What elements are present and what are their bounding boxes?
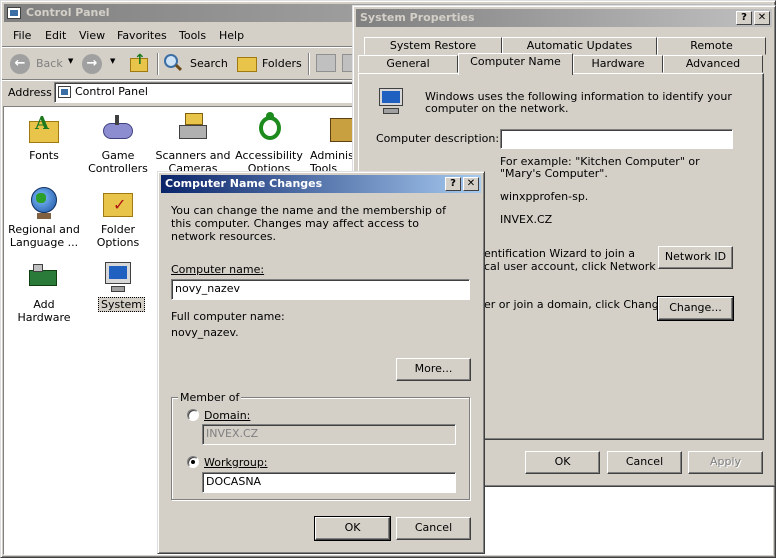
control-panel-address-icon xyxy=(58,86,71,98)
folders-button[interactable]: Folders xyxy=(235,52,302,76)
fonts-folder-icon[interactable]: A xyxy=(27,113,61,147)
more-button[interactable]: More... xyxy=(396,358,471,381)
menu-edit[interactable]: Edit xyxy=(45,29,66,42)
icon-label-fonts[interactable]: Fonts xyxy=(6,149,82,162)
tab-hardware[interactable]: Hardware xyxy=(573,55,663,73)
control-panel-title: Control Panel xyxy=(26,6,110,19)
scanner-camera-icon[interactable] xyxy=(177,111,211,145)
forward-button[interactable]: → ▼ xyxy=(82,52,122,76)
computer-network-icon xyxy=(375,88,407,118)
search-icon-handle xyxy=(174,63,183,72)
menu-view[interactable]: View xyxy=(79,29,105,42)
icon-label-game-controllers[interactable]: Game Controllers xyxy=(80,149,156,175)
domain-label: Domain: xyxy=(204,409,251,422)
folders-icon xyxy=(237,57,257,72)
game-controller-icon[interactable] xyxy=(101,113,135,147)
address-label: Address xyxy=(8,86,52,99)
menu-favorites[interactable]: Favorites xyxy=(117,29,167,42)
sp-intro-text: Windows uses the following information t… xyxy=(425,90,732,115)
nc-help-button[interactable]: ? xyxy=(445,177,461,191)
system-properties-titlebar[interactable]: System Properties ? ✕ xyxy=(356,9,772,27)
tab-advanced[interactable]: Advanced xyxy=(663,55,763,73)
search-button[interactable]: Search xyxy=(162,52,228,76)
nc-ok-button[interactable]: OK xyxy=(314,516,391,541)
menu-tools[interactable]: Tools xyxy=(179,29,206,42)
domain-field[interactable]: INVEX.CZ xyxy=(202,424,456,445)
computer-name-value: novy_nazev xyxy=(175,282,240,295)
workgroup-value: DOCASNA xyxy=(206,475,262,488)
computer-description-label: Computer description: xyxy=(376,132,500,145)
icon-label-system[interactable]: System xyxy=(98,297,146,312)
tab-remote[interactable]: Remote xyxy=(657,37,766,55)
forward-dropdown-icon[interactable]: ▼ xyxy=(110,57,115,65)
up-folder-button[interactable]: ↑ xyxy=(128,52,152,76)
domain-value: INVEX.CZ xyxy=(206,427,259,440)
workgroup-field[interactable]: DOCASNA xyxy=(202,472,456,493)
address-field[interactable]: Control Panel xyxy=(54,82,354,103)
change-text: er or join a domain, click Change. xyxy=(484,298,669,311)
move-to-icon[interactable] xyxy=(316,54,336,72)
address-value: Control Panel xyxy=(75,85,148,98)
help-button[interactable]: ? xyxy=(736,11,752,25)
domain-radio[interactable] xyxy=(187,409,199,421)
computer-name-field[interactable]: novy_nazev xyxy=(171,279,470,300)
full-name-value: novy_nazev. xyxy=(171,326,239,339)
toolbar-separator-2 xyxy=(308,53,310,75)
back-dropdown-icon[interactable]: ▼ xyxy=(68,57,73,65)
icon-label-folder-options[interactable]: Folder Options xyxy=(80,223,156,249)
system-icon[interactable] xyxy=(101,262,135,296)
full-name-label: Full computer name: xyxy=(171,310,285,323)
toolbar-separator xyxy=(157,53,159,75)
back-arrow-icon: ← xyxy=(10,54,30,74)
sp-apply-button[interactable]: Apply xyxy=(688,451,763,474)
search-label: Search xyxy=(190,57,228,70)
workgroup-radio[interactable] xyxy=(187,456,199,468)
close-button[interactable]: ✕ xyxy=(754,11,770,25)
menu-help[interactable]: Help xyxy=(219,29,244,42)
forward-arrow-icon: → xyxy=(82,54,102,74)
icon-label-add-hardware[interactable]: Add Hardware xyxy=(6,298,82,324)
back-button[interactable]: ← Back ▼ xyxy=(8,52,78,76)
member-of-label: Member of xyxy=(178,391,242,404)
network-id-text-line2: cal user account, click Network xyxy=(484,260,656,273)
sp-ok-button[interactable]: OK xyxy=(525,451,600,474)
sp-cancel-button[interactable]: Cancel xyxy=(607,451,682,474)
name-changes-titlebar[interactable]: Computer Name Changes ? ✕ xyxy=(161,175,481,193)
name-changes-title: Computer Name Changes xyxy=(165,177,323,190)
computer-name-changes-dialog: Computer Name Changes ? ✕ You can change… xyxy=(157,171,485,554)
sp-domain-value: INVEX.CZ xyxy=(500,213,553,226)
computer-name-label: Computer name: xyxy=(171,263,265,276)
menu-file[interactable]: File xyxy=(13,29,31,42)
accessibility-icon[interactable] xyxy=(253,112,287,146)
sp-full-name-value: winxpprofen-sp. xyxy=(500,190,589,203)
tab-computer-name[interactable]: Computer Name xyxy=(458,53,573,75)
nc-cancel-button[interactable]: Cancel xyxy=(396,517,471,540)
description-example-text: For example: "Kitchen Computer" or "Mary… xyxy=(500,155,700,180)
system-properties-title: System Properties xyxy=(360,11,475,24)
icon-label-regional[interactable]: Regional and Language ... xyxy=(6,223,82,249)
add-hardware-icon[interactable] xyxy=(27,262,61,296)
network-id-text-line1: entification Wizard to join a xyxy=(484,247,635,260)
change-button[interactable]: Change... xyxy=(657,296,734,321)
folders-label: Folders xyxy=(262,57,302,70)
nc-intro-text: You can change the name and the membersh… xyxy=(171,204,446,243)
up-arrow-icon: ↑ xyxy=(134,52,146,68)
folder-options-icon[interactable]: ✓ xyxy=(101,187,135,221)
globe-icon[interactable] xyxy=(27,187,61,221)
back-label: Back xyxy=(36,57,63,70)
control-panel-window-icon[interactable] xyxy=(7,7,21,19)
network-id-button[interactable]: Network ID xyxy=(658,246,733,269)
workgroup-label: Workgroup: xyxy=(204,456,268,469)
computer-description-field[interactable] xyxy=(500,129,733,149)
nc-close-button[interactable]: ✕ xyxy=(463,177,479,191)
tab-general[interactable]: General xyxy=(358,55,458,73)
